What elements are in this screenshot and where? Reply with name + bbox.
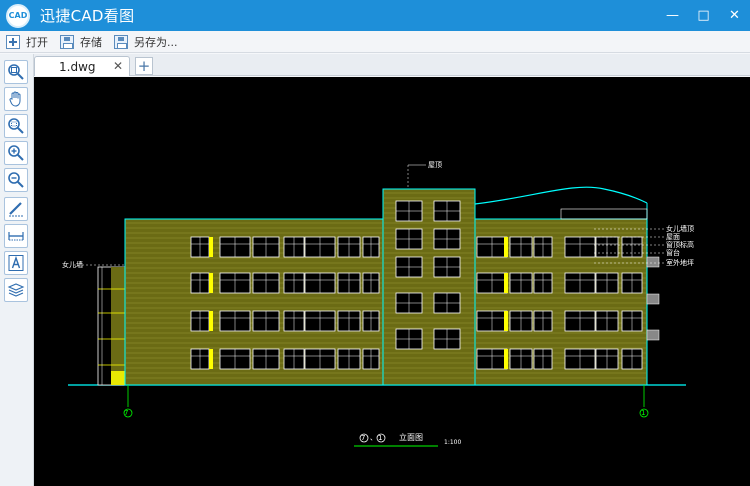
note-roof: 屋顶: [428, 161, 442, 169]
cad-drawing: [68, 164, 686, 447]
markup-pen-icon: [9, 202, 23, 217]
note-right-4: 窗台: [666, 249, 680, 257]
text-button[interactable]: [4, 251, 28, 275]
new-tab-button[interactable]: +: [135, 57, 153, 75]
zoom-out-button[interactable]: [4, 168, 28, 192]
window-accent: [209, 311, 213, 331]
app-logo-text: CAD: [8, 11, 28, 20]
tab-label: 1.dwg: [59, 59, 96, 74]
tool-palette: [0, 54, 34, 486]
grid-label-right: 1: [641, 409, 646, 417]
save-button[interactable]: 存储: [60, 34, 102, 50]
window-accent: [504, 311, 508, 331]
save-label: 存储: [80, 35, 102, 49]
measure-icon: [8, 232, 24, 241]
title-grid-b: 1: [378, 434, 383, 442]
zoom-extents-button[interactable]: [4, 60, 28, 84]
note-right-1: 女儿墙顶: [666, 225, 694, 233]
window-accent: [504, 273, 508, 293]
document-tabs: 1.dwg ✕ +: [34, 54, 750, 76]
curved-roof: [474, 186, 648, 205]
zoom-window-button[interactable]: [4, 114, 28, 138]
open-plus-icon: [6, 34, 20, 49]
layers-button[interactable]: [4, 278, 28, 302]
app-title: 迅捷CAD看图: [40, 7, 135, 25]
pan-button[interactable]: [4, 87, 28, 111]
note-right-2: 屋面: [666, 233, 680, 241]
quick-toolbar: 打开 存储 另存为...: [0, 31, 750, 53]
pan-hand-icon: [9, 91, 21, 107]
elevation-title: 立面图: [399, 433, 423, 442]
zoom-in-icon: [8, 145, 24, 161]
minimize-icon: —: [666, 8, 679, 23]
title-bar: CAD 迅捷CAD看图 — □ ✕: [0, 0, 750, 31]
zoom-extents-icon: [8, 64, 24, 80]
save-as-disk-icon: [114, 34, 128, 49]
title-separator: 、: [370, 434, 377, 442]
grid-label-left: 7: [124, 409, 129, 417]
window-accent: [209, 273, 213, 293]
text-icon: [8, 255, 24, 271]
layers-icon: [7, 283, 25, 297]
close-icon: ✕: [729, 8, 740, 23]
zoom-in-button[interactable]: [4, 141, 28, 165]
window-controls: — □ ✕: [657, 0, 750, 31]
save-disk-icon: [60, 34, 74, 49]
note-right-5: 室外地坪: [666, 259, 694, 267]
note-right-3: 窗顶标高: [666, 241, 694, 249]
note-parapet: 女儿墙: [62, 261, 83, 269]
save-as-button[interactable]: 另存为...: [114, 34, 178, 50]
title-grid-a: 7: [361, 434, 366, 442]
drawing-scale: 1:100: [444, 439, 462, 446]
close-button[interactable]: ✕: [719, 0, 750, 31]
zoom-window-icon: [8, 118, 24, 134]
app-window: CAD 迅捷CAD看图 — □ ✕ 打开 存储 另存为... 1.dwg ✕ +…: [0, 0, 750, 486]
new-tab-plus-icon: +: [137, 56, 151, 75]
maximize-button[interactable]: □: [688, 0, 719, 31]
app-logo: CAD: [6, 3, 30, 28]
right-balconies: [646, 256, 660, 341]
tab-close-icon[interactable]: ✕: [113, 59, 123, 73]
window-accent: [209, 349, 213, 369]
measure-button[interactable]: [4, 224, 28, 248]
maximize-icon: □: [697, 8, 710, 23]
zoom-out-icon: [8, 172, 24, 188]
window-accent: [504, 237, 508, 257]
drawing-canvas[interactable]: 7 1 7 、 1 立面图 1:100 屋顶 女儿墙 女儿墙顶 屋面 窗顶标高 …: [34, 77, 750, 486]
window-accent: [504, 349, 508, 369]
open-label: 打开: [26, 35, 48, 49]
minimize-button[interactable]: —: [657, 0, 688, 31]
window-accent: [209, 237, 213, 257]
markup-button[interactable]: [4, 197, 28, 221]
tab-1-dwg[interactable]: 1.dwg ✕: [34, 56, 130, 76]
save-as-label: 另存为...: [134, 35, 178, 49]
left-annex: [97, 266, 126, 386]
open-button[interactable]: 打开: [6, 34, 48, 50]
